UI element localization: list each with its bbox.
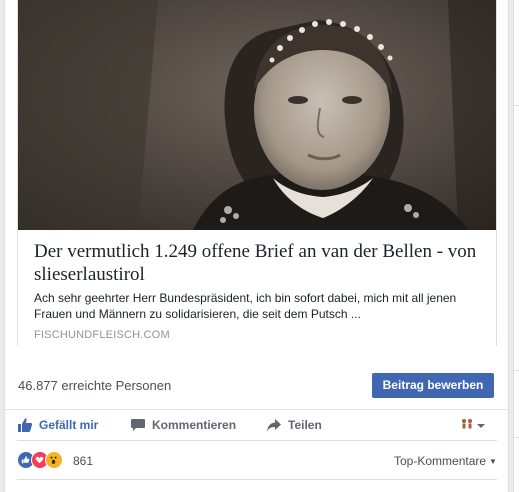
friends-icon (460, 417, 476, 435)
comment-button[interactable]: Kommentieren (130, 415, 236, 435)
reach-count[interactable]: 46.877 erreichte Personen (18, 378, 171, 393)
chevron-down-icon (476, 417, 486, 435)
portrait-photo (18, 0, 496, 230)
reactions-row: 861 Top-Kommentare ▼ (5, 446, 508, 476)
adjacent-panel-edge (513, 0, 519, 492)
comment-sort-label: Top-Kommentare (394, 454, 487, 468)
link-preview[interactable]: Der vermutlich 1.249 offene Brief an van… (17, 0, 497, 346)
comment-sort-dropdown[interactable]: Top-Kommentare ▼ (394, 454, 497, 468)
like-label: Gefällt mir (39, 418, 99, 432)
like-button[interactable]: Gefällt mir (17, 415, 98, 435)
comment-label: Kommentieren (152, 418, 237, 432)
link-preview-image[interactable] (18, 0, 496, 230)
link-headline[interactable]: Der vermutlich 1.249 offene Brief an van… (34, 240, 486, 286)
post-card: Der vermutlich 1.249 offene Brief an van… (4, 0, 509, 492)
share-button[interactable]: Teilen (266, 415, 322, 435)
thumbs-up-icon (17, 417, 33, 433)
reaction-count[interactable]: 861 (73, 454, 93, 468)
reach-row: 46.877 erreichte Personen Beitrag bewerb… (5, 362, 508, 410)
boost-post-button[interactable]: Beitrag bewerben (372, 373, 494, 398)
link-preview-text[interactable]: Der vermutlich 1.249 offene Brief an van… (18, 230, 496, 346)
post-actions: Gefällt mir Kommentieren Teilen (5, 410, 508, 440)
divider (17, 440, 497, 441)
comment-icon (130, 417, 146, 433)
link-domain: FISCHUNDFLEISCH.COM (34, 329, 170, 341)
caret-down-icon: ▼ (489, 456, 497, 466)
share-arrow-icon (266, 417, 282, 433)
link-description: Ach sehr geehrter Herr Bundespräsident, … (34, 291, 457, 321)
share-label: Teilen (288, 418, 322, 432)
wow-reaction-icon (45, 451, 63, 469)
divider (17, 479, 497, 480)
audience-selector[interactable] (460, 417, 486, 435)
